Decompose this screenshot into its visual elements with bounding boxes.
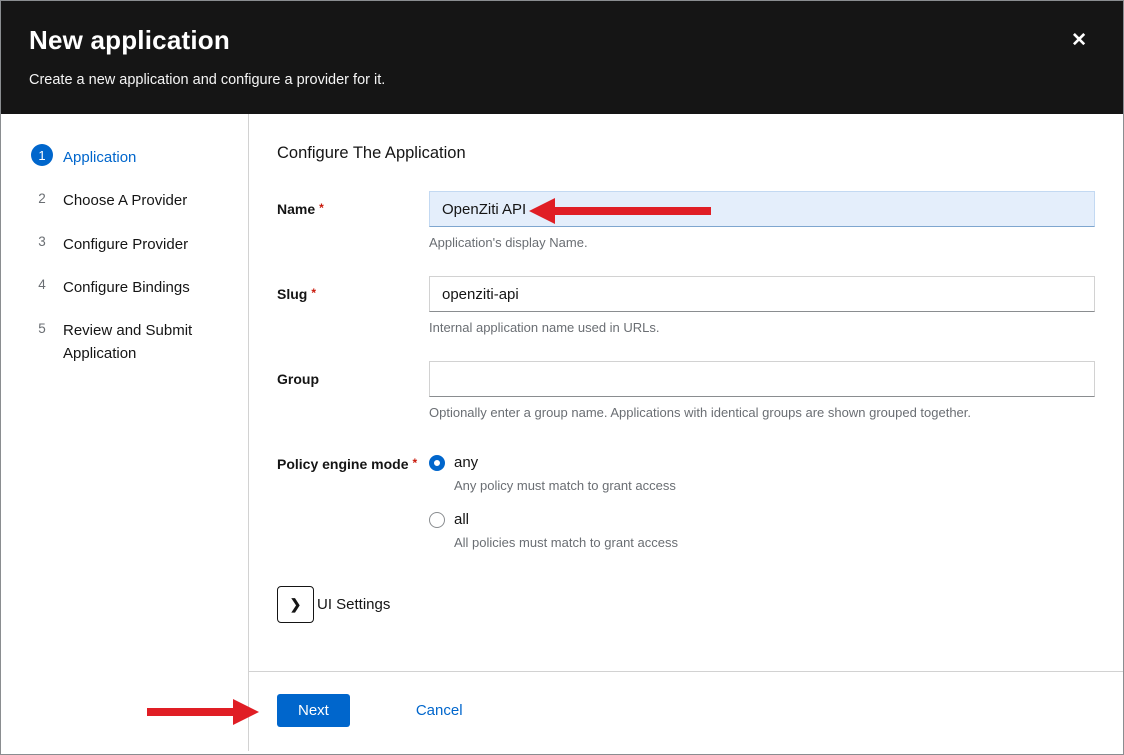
policy-option-any: any Any policy must match to grant acces… <box>429 446 1095 493</box>
required-asterisk: * <box>311 286 316 300</box>
step-label: Choose A Provider <box>63 187 187 212</box>
group-input[interactable] <box>429 361 1095 397</box>
ui-settings-section: ❯ UI Settings <box>277 586 1095 623</box>
radio-any[interactable]: any <box>429 446 1095 471</box>
step-number-badge: 3 <box>31 231 53 253</box>
wizard-step-application[interactable]: 1 Application <box>31 144 232 169</box>
modal-title: New application <box>29 25 1095 56</box>
field-label-text: Slug <box>277 286 307 302</box>
application-form: Name * Application's display Name. Slug * … <box>277 191 1095 623</box>
step-number-badge: 5 <box>31 317 53 339</box>
radio-all-label: all <box>454 511 469 528</box>
page-title: Configure The Application <box>277 144 1095 163</box>
wizard-step-choose-provider[interactable]: 2 Choose A Provider <box>31 187 232 212</box>
field-row-name: Name * Application's display Name. <box>277 191 1095 250</box>
wizard-footer: Next Cancel <box>249 671 1123 751</box>
group-helper-text: Optionally enter a group name. Applicati… <box>429 405 1095 420</box>
wizard-main-panel: Configure The Application Name * Applicat… <box>249 114 1123 751</box>
field-row-group: Group Optionally enter a group name. App… <box>277 361 1095 420</box>
field-label-text: Name <box>277 201 315 217</box>
slug-helper-text: Internal application name used in URLs. <box>429 320 1095 335</box>
slug-input[interactable] <box>429 276 1095 312</box>
name-input[interactable] <box>429 191 1095 227</box>
radio-any-label: any <box>454 454 478 471</box>
cancel-link[interactable]: Cancel <box>416 702 463 719</box>
name-helper-text: Application's display Name. <box>429 235 1095 250</box>
radio-all[interactable]: all <box>429 503 1095 528</box>
modal-header: New application Create a new application… <box>1 1 1123 114</box>
step-label: Review and Submit Application <box>63 317 213 366</box>
required-asterisk: * <box>412 456 417 470</box>
step-label: Configure Bindings <box>63 274 190 299</box>
step-label: Configure Provider <box>63 231 188 256</box>
policy-option-all: all All policies must match to grant acc… <box>429 503 1095 550</box>
modal-subtitle: Create a new application and configure a… <box>29 72 1095 88</box>
radio-all-helper-text: All policies must match to grant access <box>454 535 1095 550</box>
radio-any-input[interactable] <box>429 455 445 471</box>
step-label: Application <box>63 144 136 169</box>
field-label-text: Group <box>277 371 319 387</box>
ui-settings-expand-button[interactable]: ❯ <box>277 586 314 623</box>
new-application-modal: New application Create a new application… <box>0 0 1124 755</box>
field-label-text: Policy engine mode <box>277 456 408 472</box>
slug-label: Slug * <box>277 276 429 335</box>
radio-any-helper-text: Any policy must match to grant access <box>454 478 1095 493</box>
step-number-badge: 2 <box>31 187 53 209</box>
name-label: Name * <box>277 191 429 250</box>
wizard-step-nav: 1 Application 2 Choose A Provider 3 Conf… <box>1 114 249 751</box>
field-row-policy-engine-mode: Policy engine mode * any Any policy must … <box>277 446 1095 560</box>
group-label: Group <box>277 361 429 420</box>
required-asterisk: * <box>319 201 324 215</box>
wizard-step-review-submit[interactable]: 5 Review and Submit Application <box>31 317 232 366</box>
step-number-badge: 1 <box>31 144 53 166</box>
policy-engine-mode-label: Policy engine mode * <box>277 446 429 560</box>
radio-all-input[interactable] <box>429 512 445 528</box>
wizard-step-configure-bindings[interactable]: 4 Configure Bindings <box>31 274 232 299</box>
ui-settings-label: UI Settings <box>317 596 390 613</box>
wizard-step-configure-provider[interactable]: 3 Configure Provider <box>31 231 232 256</box>
close-icon[interactable]: ✕ <box>1071 31 1087 50</box>
chevron-right-icon: ❯ <box>290 596 302 613</box>
step-number-badge: 4 <box>31 274 53 296</box>
field-row-slug: Slug * Internal application name used in … <box>277 276 1095 335</box>
next-button[interactable]: Next <box>277 694 350 727</box>
